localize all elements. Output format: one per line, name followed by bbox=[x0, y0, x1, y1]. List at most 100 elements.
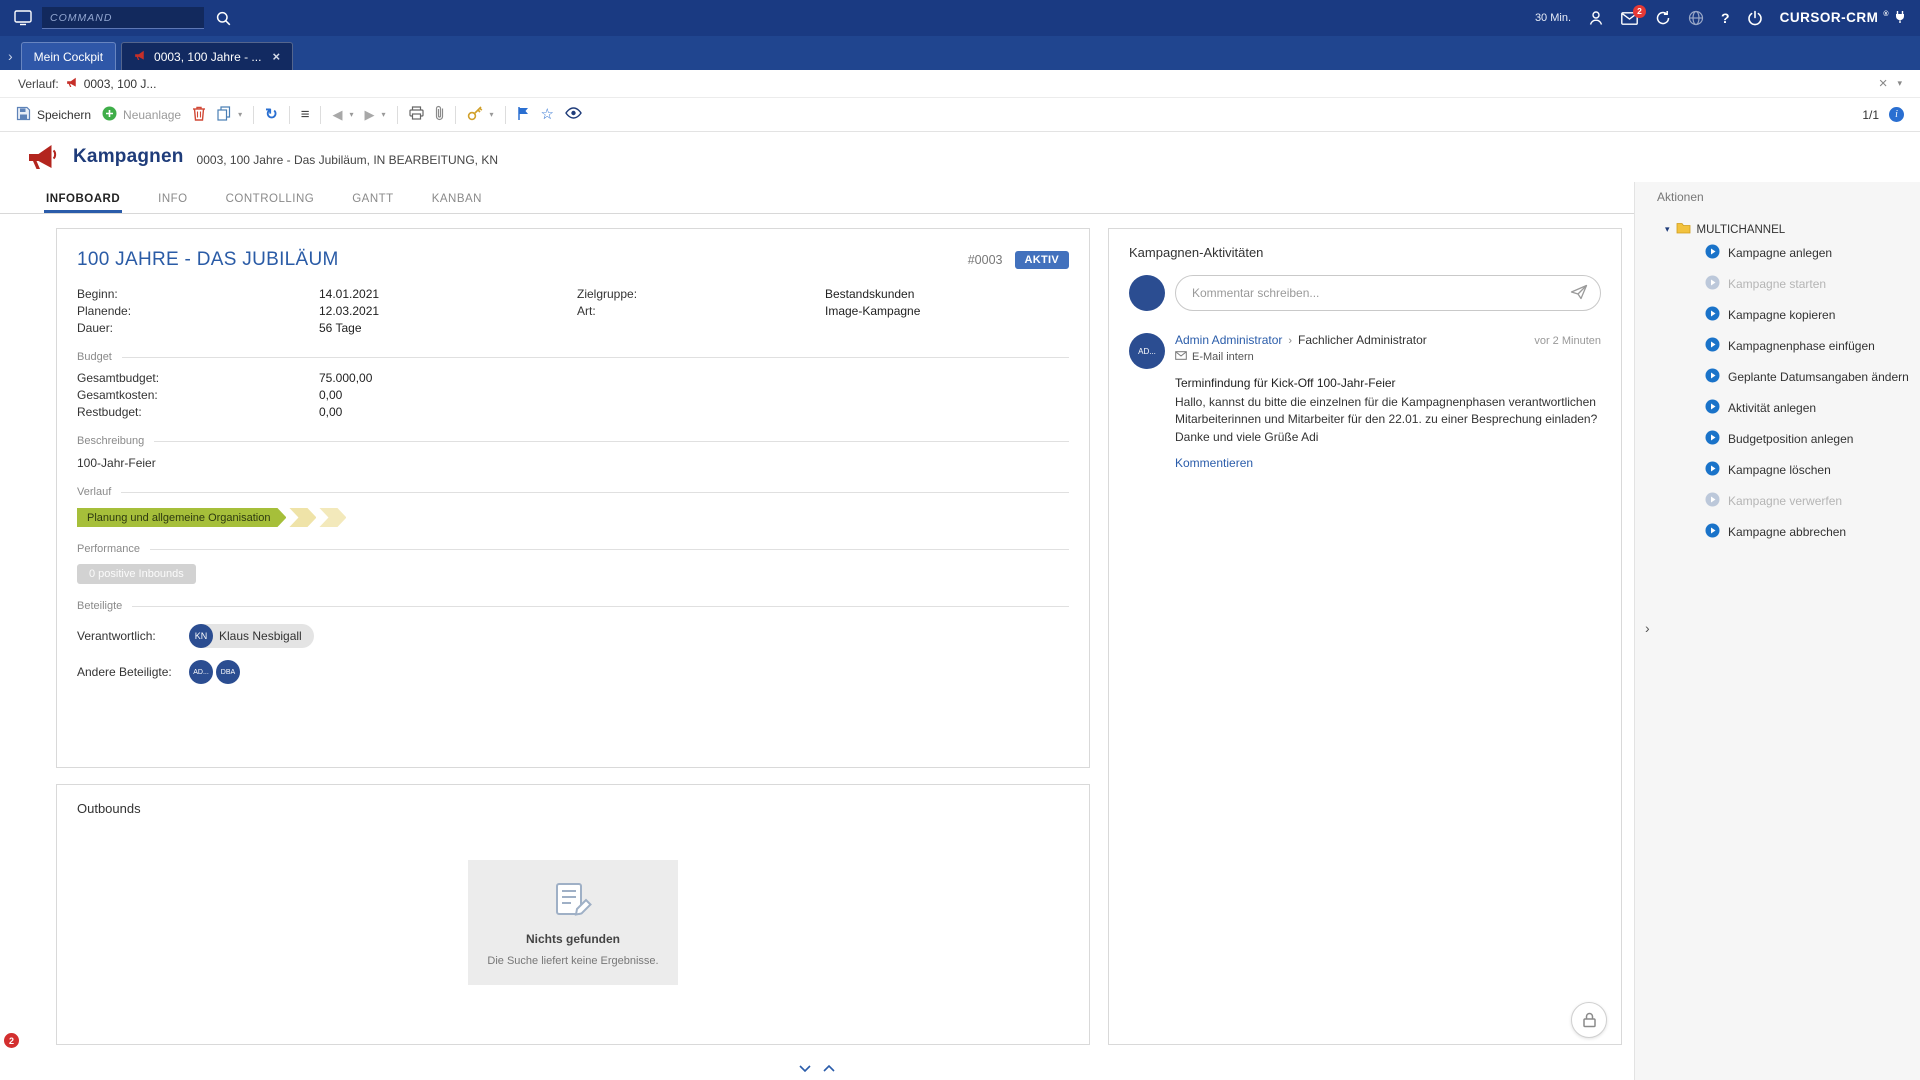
tab-mein-cockpit[interactable]: Mein Cockpit bbox=[21, 42, 116, 70]
tab-record-0003[interactable]: 0003, 100 Jahre - ... × bbox=[121, 42, 293, 70]
clear-history-icon[interactable]: × bbox=[1879, 75, 1888, 92]
section-beteiligte: Beteiligte bbox=[77, 600, 1069, 612]
brand-logo: CURSOR-CRM® bbox=[1780, 10, 1906, 26]
save-button[interactable]: Speichern bbox=[16, 106, 91, 124]
tab-kanban[interactable]: KANBAN bbox=[430, 193, 484, 213]
command-input[interactable] bbox=[42, 7, 204, 29]
user-icon[interactable] bbox=[1588, 10, 1604, 26]
record-number: #0003 bbox=[968, 253, 1003, 267]
help-icon[interactable]: ? bbox=[1721, 10, 1730, 26]
app-window: 30 Min. 2 ? CURSOR-CRM® bbox=[0, 0, 1920, 1080]
action-kampagnenphase-einfuegen[interactable]: Kampagnenphase einfügen bbox=[1635, 330, 1920, 361]
flag-icon bbox=[517, 106, 530, 124]
action-kampagne-verwerfen: Kampagne verwerfen bbox=[1635, 485, 1920, 516]
permissions-button[interactable]: ▾ bbox=[467, 106, 494, 124]
outbounds-title: Outbounds bbox=[77, 801, 1069, 816]
notification-badge[interactable]: 2 bbox=[4, 1033, 19, 1048]
chevron-down-icon[interactable]: ▾ bbox=[490, 110, 494, 119]
tab-gantt[interactable]: GANTT bbox=[350, 193, 395, 213]
comment-input-wrap bbox=[1175, 275, 1601, 311]
session-timer: 30 Min. bbox=[1535, 12, 1571, 24]
phase-upcoming[interactable] bbox=[319, 508, 346, 527]
empty-subtitle: Die Suche liefert keine Ergebnisse. bbox=[487, 955, 658, 967]
action-kampagne-loeschen[interactable]: Kampagne löschen bbox=[1635, 454, 1920, 485]
close-icon[interactable]: × bbox=[272, 49, 280, 64]
sync-icon[interactable] bbox=[1655, 10, 1671, 26]
section-budget: Budget bbox=[77, 351, 1069, 363]
favorite-star-icon[interactable]: ☆ bbox=[541, 107, 554, 122]
mail-icon[interactable]: 2 bbox=[1621, 12, 1638, 25]
outbounds-empty-state: Nichts gefunden Die Suche liefert keine … bbox=[77, 816, 1069, 1028]
record-tabbar: INFOBOARD INFO CONTROLLING GANTT KANBAN bbox=[0, 182, 1634, 214]
phase-upcoming[interactable] bbox=[289, 508, 316, 527]
info-icon[interactable] bbox=[1889, 107, 1904, 122]
activity-entry-header: Admin Administrator › Fachlicher Adminis… bbox=[1175, 333, 1601, 347]
field-label: Planende: bbox=[77, 304, 319, 318]
play-icon bbox=[1705, 306, 1720, 324]
chevron-down-icon[interactable]: ▾ bbox=[381, 110, 385, 119]
send-icon[interactable] bbox=[1570, 284, 1588, 300]
others-row: Andere Beteiligte: AD... DBA bbox=[77, 660, 1069, 684]
action-kampagne-kopieren[interactable]: Kampagne kopieren bbox=[1635, 299, 1920, 330]
next-record-button[interactable]: ▶ ▾ bbox=[364, 108, 385, 121]
chevron-down-icon[interactable]: ▾ bbox=[349, 110, 353, 119]
history-dropdown-icon[interactable]: ▾ bbox=[1897, 78, 1902, 89]
tab-controlling[interactable]: CONTROLLING bbox=[224, 193, 317, 213]
chevron-up-icon[interactable] bbox=[823, 1065, 835, 1072]
history-item[interactable]: 0003, 100 J... bbox=[66, 76, 157, 91]
tab-infoboard[interactable]: INFOBOARD bbox=[44, 193, 122, 213]
caret-down-icon[interactable]: ▾ bbox=[1665, 224, 1670, 235]
menu-button[interactable]: ≡ bbox=[301, 107, 310, 122]
tab-info[interactable]: INFO bbox=[156, 193, 189, 213]
follow-button[interactable] bbox=[517, 106, 530, 124]
play-icon bbox=[1705, 244, 1720, 262]
previous-record-button[interactable]: ◀ ▾ bbox=[332, 108, 353, 121]
activities-card: Kampagnen-Aktivitäten AD... bbox=[1108, 228, 1622, 1045]
copy-button[interactable]: ▾ bbox=[217, 106, 242, 124]
action-geplante-datumsangaben-aendern[interactable]: Geplante Datumsangaben ändern bbox=[1635, 361, 1920, 392]
action-aktivitaet-anlegen[interactable]: Aktivität anlegen bbox=[1635, 392, 1920, 423]
action-kampagne-abbrechen[interactable]: Kampagne abbrechen bbox=[1635, 516, 1920, 547]
actions-group-multichannel[interactable]: ▾ MULTICHANNEL bbox=[1635, 222, 1920, 237]
main-column: INFOBOARD INFO CONTROLLING GANTT KANBAN … bbox=[0, 182, 1634, 1080]
sidebar-collapse-icon[interactable]: › bbox=[1645, 620, 1650, 636]
author-link[interactable]: Admin Administrator bbox=[1175, 333, 1282, 347]
mail-count-badge: 2 bbox=[1633, 5, 1646, 18]
search-icon[interactable] bbox=[216, 11, 231, 26]
save-icon bbox=[16, 106, 31, 124]
refresh-button[interactable]: ↻ bbox=[265, 107, 278, 122]
attachment-button[interactable] bbox=[435, 105, 444, 124]
chevron-down-icon[interactable] bbox=[799, 1065, 811, 1072]
avatar: AD... bbox=[1129, 333, 1165, 369]
phase-progress-bar: Planung und allgemeine Organisation bbox=[77, 508, 1069, 527]
chevron-down-icon[interactable]: ▾ bbox=[238, 110, 242, 119]
responsible-chip[interactable]: KN Klaus Nesbigall bbox=[189, 624, 314, 648]
envelope-icon bbox=[1175, 351, 1187, 363]
print-button[interactable] bbox=[409, 106, 424, 123]
power-icon[interactable] bbox=[1747, 10, 1763, 26]
watch-button[interactable] bbox=[565, 107, 582, 122]
play-icon bbox=[1705, 492, 1720, 510]
action-budgetposition-anlegen[interactable]: Budgetposition anlegen bbox=[1635, 423, 1920, 454]
record-pager: 1/1 bbox=[1862, 108, 1879, 122]
avatar[interactable]: AD... bbox=[189, 660, 213, 684]
phase-current[interactable]: Planung und allgemeine Organisation bbox=[77, 508, 286, 527]
lock-button[interactable] bbox=[1571, 1002, 1607, 1038]
section-verlauf: Verlauf bbox=[77, 486, 1069, 498]
tab-scroll-icon[interactable]: › bbox=[8, 48, 13, 64]
globe-icon[interactable] bbox=[1688, 10, 1704, 26]
field-value: 75.000,00 bbox=[319, 371, 1069, 385]
new-record-button[interactable]: Neuanlage bbox=[102, 106, 181, 124]
field-label: Gesamtbudget: bbox=[77, 371, 319, 385]
avatar[interactable]: DBA bbox=[216, 660, 240, 684]
field-grid: Beginn: 14.01.2021 Zielgruppe: Bestandsk… bbox=[77, 287, 1069, 335]
tab-label: 0003, 100 Jahre - ... bbox=[154, 50, 261, 64]
delete-button[interactable] bbox=[192, 106, 206, 124]
action-kampagne-anlegen[interactable]: Kampagne anlegen bbox=[1635, 237, 1920, 268]
responsible-name: Klaus Nesbigall bbox=[219, 629, 302, 643]
infoboard-card: 100 JAHRE - DAS JUBILÄUM #0003 AKTIV Beg… bbox=[56, 228, 1090, 768]
record-meta: #0003 AKTIV bbox=[968, 251, 1069, 269]
comment-input[interactable] bbox=[1175, 275, 1601, 311]
comment-link[interactable]: Kommentieren bbox=[1175, 456, 1253, 470]
campaign-megaphone-icon bbox=[26, 141, 60, 174]
